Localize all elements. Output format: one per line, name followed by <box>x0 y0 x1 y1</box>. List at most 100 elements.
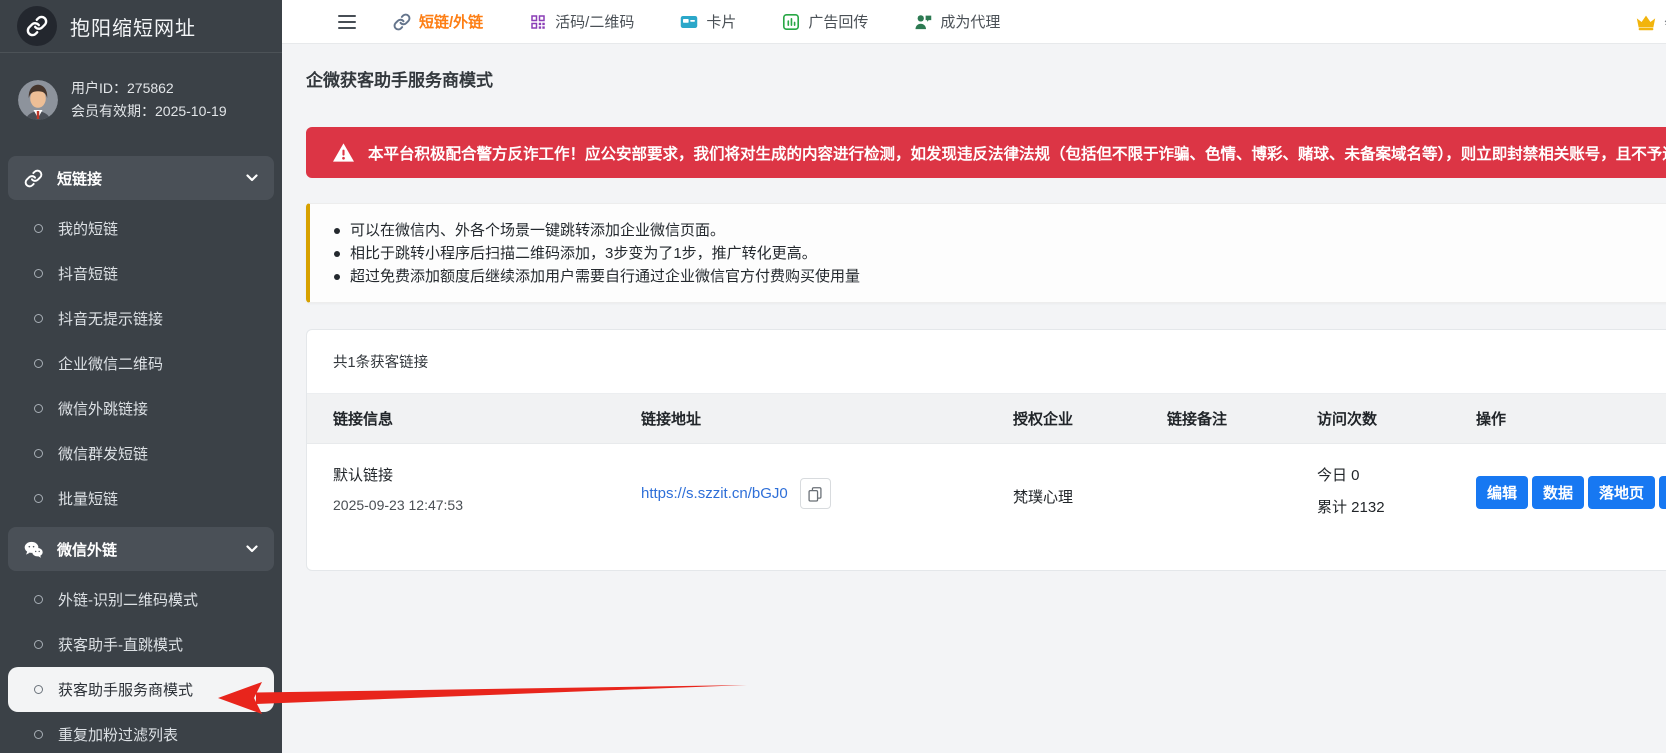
edit-button[interactable]: 编辑 <box>1476 476 1528 509</box>
user-id: 用户ID：275862 <box>71 77 227 100</box>
link-name: 默认链接 <box>333 464 641 485</box>
bullet-ring-icon <box>34 595 43 604</box>
delete-button[interactable]: 删除 <box>1659 476 1666 509</box>
hamburger-menu-icon[interactable] <box>337 14 357 30</box>
tip-item: 超过免费添加额度后继续添加用户需要自行通过企业微信官方付费购买使用量 <box>328 265 1666 288</box>
tip-item: 可以在微信内、外各个场景一键跳转添加企业微信页面。 <box>328 219 1666 242</box>
avatar <box>18 80 58 120</box>
chain-link-icon <box>26 15 48 37</box>
sidebar-group-wechat-external[interactable]: 微信外链 <box>8 527 274 571</box>
bullet-ring-icon <box>34 449 43 458</box>
sidebar-item-label: 获客助手-直跳模式 <box>58 634 183 655</box>
app-logo <box>17 6 57 46</box>
bullet-ring-icon <box>34 730 43 739</box>
copy-icon <box>807 486 823 502</box>
col-link-note: 链接备注 <box>1167 408 1317 429</box>
links-card: 共1条获客链接 链接信息 链接地址 授权企业 链接备注 访问次数 操作 默认链接… <box>306 329 1666 571</box>
bullet-ring-icon <box>34 314 43 323</box>
short-link-url[interactable]: https://s.szzit.cn/bGJ0 <box>641 485 788 502</box>
alert-text: 本平台积极配合警方反诈工作！应公安部要求，我们将对生成的内容进行检测，如发现违反… <box>368 142 1666 164</box>
sidebar-item-douyin-noprompt[interactable]: 抖音无提示链接 <box>0 296 282 341</box>
sidebar-item-assistant-direct-mode[interactable]: 获客助手-直跳模式 <box>0 622 282 667</box>
topbar: 短链/外链 活码/二维码 卡片 <box>282 0 1666 44</box>
col-actions: 操作 <box>1476 408 1666 429</box>
sidebar-item-batch-shortlink[interactable]: 批量短链 <box>0 476 282 521</box>
chain-link-icon <box>24 169 43 188</box>
ad-report-icon <box>782 13 800 31</box>
table-row: 默认链接 2025-09-23 12:47:53 https://s.szzit… <box>307 444 1666 534</box>
table-header-row: 链接信息 链接地址 授权企业 链接备注 访问次数 操作 <box>307 394 1666 444</box>
chevron-down-icon <box>246 545 258 553</box>
app-window: 抱阳缩短网址 用户ID：275862 会员有效 <box>0 0 1666 753</box>
col-authorized-company: 授权企业 <box>1013 408 1167 429</box>
col-visit-count: 访问次数 <box>1317 408 1476 429</box>
topnav-label: 活码/二维码 <box>555 11 634 32</box>
chain-link-icon <box>393 13 411 31</box>
topnav-label: 广告回传 <box>808 11 868 32</box>
tip-item: 相比于跳转小程序后扫描二维码添加，3步变为了1步，推广转化更高。 <box>328 242 1666 265</box>
qr-code-icon <box>529 13 547 31</box>
bullet-ring-icon <box>34 404 43 413</box>
visits-total: 累计 2132 <box>1317 496 1476 517</box>
sidebar: 抱阳缩短网址 用户ID：275862 会员有效 <box>0 0 282 753</box>
sidebar-item-label: 微信外跳链接 <box>58 398 148 419</box>
links-count-summary: 共1条获客链接 <box>307 330 1666 394</box>
anti-fraud-alert-banner: 本平台积极配合警方反诈工作！应公安部要求，我们将对生成的内容进行检测，如发现违反… <box>306 127 1666 178</box>
sidebar-item-duplicate-filter-list[interactable]: 重复加粉过滤列表 <box>0 712 282 753</box>
sidebar-item-label: 企业微信二维码 <box>58 353 163 374</box>
bullet-ring-icon <box>34 224 43 233</box>
col-link-url: 链接地址 <box>641 408 1013 429</box>
feature-tips-box: 可以在微信内、外各个场景一键跳转添加企业微信页面。 相比于跳转小程序后扫描二维码… <box>306 203 1666 303</box>
sidebar-item-label: 抖音短链 <box>58 263 118 284</box>
logo-row: 抱阳缩短网址 <box>0 0 282 53</box>
col-link-info: 链接信息 <box>333 408 641 429</box>
data-button[interactable]: 数据 <box>1532 476 1584 509</box>
landing-page-button[interactable]: 落地页 <box>1588 476 1655 509</box>
crown-icon <box>1635 14 1657 31</box>
topnav-item-become-agent[interactable]: 成为代理 <box>914 11 1000 32</box>
sidebar-item-label: 获客助手服务商模式 <box>58 679 193 700</box>
sidebar-item-wecom-qrcode[interactable]: 企业微信二维码 <box>0 341 282 386</box>
bullet-ring-icon <box>34 640 43 649</box>
bullet-ring-icon <box>34 494 43 503</box>
sidebar-item-douyin-shortlink[interactable]: 抖音短链 <box>0 251 282 296</box>
group-label: 短链接 <box>57 168 232 189</box>
chevron-down-icon <box>246 174 258 182</box>
row-actions: 编辑 数据 落地页 删除 <box>1476 476 1666 509</box>
vip-membership[interactable]: 会 <box>1635 0 1666 44</box>
sidebar-item-outlink-qr-mode[interactable]: 外链-识别二维码模式 <box>0 577 282 622</box>
page-title: 企微获客助手服务商模式 <box>306 66 1666 91</box>
wechat-icon <box>24 540 43 559</box>
warning-triangle-icon <box>332 142 355 163</box>
copy-button[interactable] <box>800 478 831 509</box>
sidebar-item-assistant-provider-mode[interactable]: 获客助手服务商模式 <box>8 667 274 712</box>
topnav-label: 卡片 <box>706 11 736 32</box>
sidebar-item-wechat-mass-shortlink[interactable]: 微信群发短链 <box>0 431 282 476</box>
sidebar-item-label: 我的短链 <box>58 218 118 239</box>
sidebar-item-label: 抖音无提示链接 <box>58 308 163 329</box>
card-icon <box>680 13 698 31</box>
sidebar-item-label: 外链-识别二维码模式 <box>58 589 198 610</box>
group-label: 微信外链 <box>57 539 232 560</box>
user-panel: 用户ID：275862 会员有效期：2025-10-19 <box>0 53 282 123</box>
agent-person-icon <box>914 13 932 31</box>
authorized-company: 梵璞心理 <box>1013 486 1167 507</box>
topnav-label: 短链/外链 <box>419 11 483 32</box>
topnav-label: 成为代理 <box>940 11 1000 32</box>
main-content: 企微获客助手服务商模式 本平台积极配合警方反诈工作！应公安部要求，我们将对生成的… <box>282 44 1666 753</box>
bullet-ring-icon <box>34 359 43 368</box>
sidebar-item-label: 微信群发短链 <box>58 443 148 464</box>
bullet-ring-icon <box>34 269 43 278</box>
membership-expiry: 会员有效期：2025-10-19 <box>71 100 227 123</box>
visits-today: 今日 0 <box>1317 464 1476 485</box>
sidebar-item-label: 重复加粉过滤列表 <box>58 724 178 745</box>
topnav-item-livecode-qrcode[interactable]: 活码/二维码 <box>529 11 634 32</box>
topnav-item-shortlink-outlink[interactable]: 短链/外链 <box>393 11 483 32</box>
sidebar-group-shortlink[interactable]: 短链接 <box>8 156 274 200</box>
topnav-item-card[interactable]: 卡片 <box>680 11 736 32</box>
sidebar-item-my-shortlinks[interactable]: 我的短链 <box>0 206 282 251</box>
bullet-ring-icon <box>34 685 43 694</box>
sidebar-item-wechat-outlink[interactable]: 微信外跳链接 <box>0 386 282 431</box>
topnav-item-ad-callback[interactable]: 广告回传 <box>782 11 868 32</box>
sidebar-menu: 短链接 我的短链 抖音短链 抖音无提示链接 企业微信二维码 微信外跳链 <box>0 156 282 753</box>
